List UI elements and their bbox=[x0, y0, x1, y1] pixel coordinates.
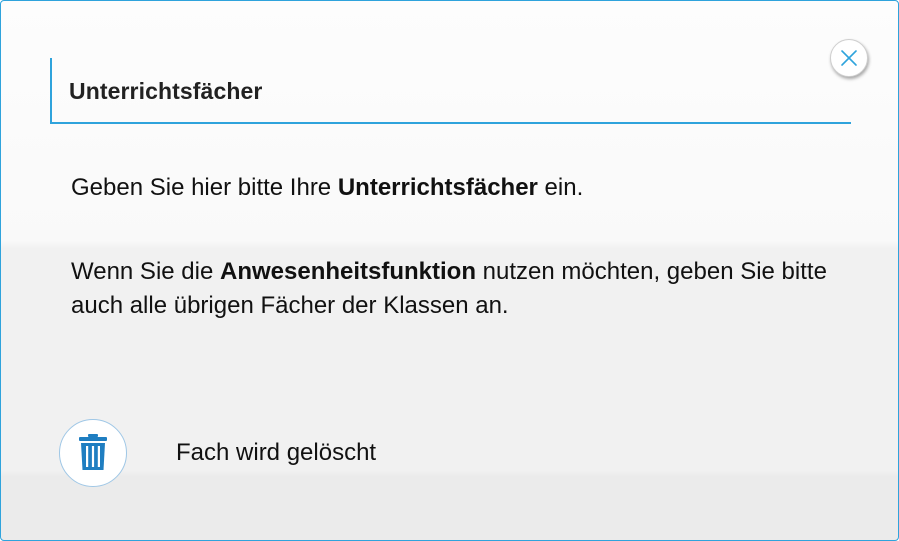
intro-text: Geben Sie hier bitte Ihre Unterrichtsfäc… bbox=[71, 171, 583, 205]
intro-text-before: Geben Sie hier bitte Ihre bbox=[71, 174, 338, 201]
trash-icon-badge bbox=[59, 419, 127, 487]
intro-text-bold: Unterrichtsfächer bbox=[337, 174, 538, 201]
delete-legend-label: Fach wird gelöscht bbox=[176, 439, 377, 466]
info-dialog: Unterrichtsfächer Geben Sie hier bitte I… bbox=[0, 0, 899, 541]
attendance-hint-bold: Anwesenheitsfunktion bbox=[219, 258, 477, 285]
attendance-hint-text: Wenn Sie die Anwesenheitsfunktion nutzen… bbox=[71, 255, 831, 323]
dialog-title: Unterrichtsfächer bbox=[69, 78, 263, 104]
intro-text-after: ein. bbox=[537, 174, 584, 201]
dialog-header: Unterrichtsfächer bbox=[50, 58, 851, 124]
attendance-hint-before: Wenn Sie die bbox=[71, 258, 220, 285]
trash-icon bbox=[79, 434, 107, 470]
